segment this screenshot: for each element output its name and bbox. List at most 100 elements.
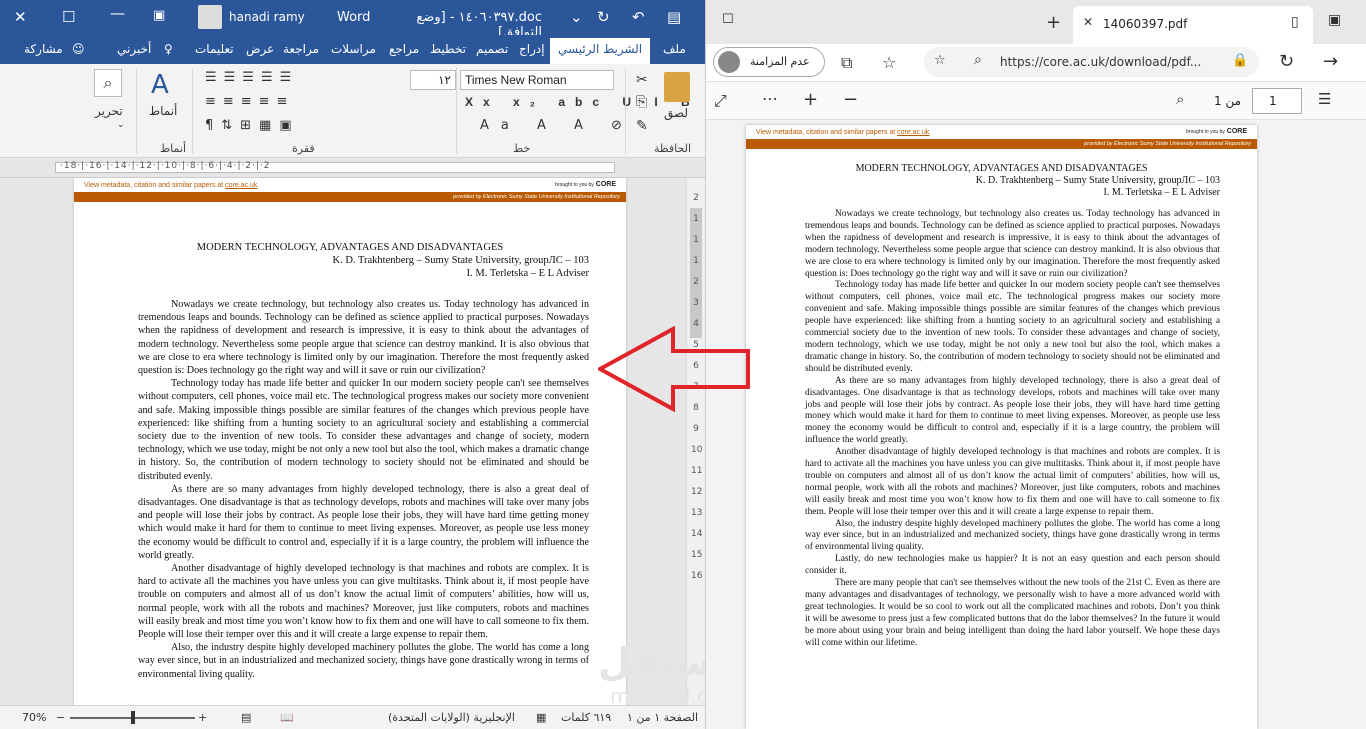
copy-icon[interactable]: ⎘ xyxy=(636,94,647,110)
tab-help[interactable]: تعليمات xyxy=(195,42,234,56)
clipboard-icon[interactable] xyxy=(664,72,690,102)
vruler-number: 1 xyxy=(693,214,699,224)
user-name[interactable]: hanadi ramy xyxy=(229,10,305,24)
vertical-scrollbar[interactable]: 2 1 1 1 2 3 4 5 6 7 8 9 10 11 12 13 14 15 16 xyxy=(686,178,705,705)
chevron-down-icon[interactable]: ⌄ xyxy=(117,120,125,130)
redo-icon[interactable]: ↻ xyxy=(597,8,610,26)
divider xyxy=(136,68,137,154)
edge-window: ☐ + ✕ 14060397.pdf ▯ ▣ عدم المزامنة ⧉ ☆ … xyxy=(705,0,1366,729)
horizontal-ruler[interactable]: ·18·|·16·|·14·|·12·|·10·|·8·|·6·|·4·|·2·… xyxy=(0,158,705,178)
more-icon[interactable]: ⋯ xyxy=(762,89,778,108)
undo-icon[interactable]: ↶ xyxy=(632,8,645,26)
tab-mailings[interactable]: مراسلات xyxy=(331,42,376,56)
tab-actions-icon[interactable]: ☐ xyxy=(722,12,734,27)
tab-view[interactable]: عرض xyxy=(246,42,274,56)
page-status[interactable]: الصفحة ١ من ١ xyxy=(627,711,698,724)
styles-icon[interactable]: A xyxy=(151,70,169,100)
tab-design[interactable]: تصميم xyxy=(476,42,508,56)
divider xyxy=(456,68,457,154)
new-tab-icon[interactable]: + xyxy=(1046,12,1061,33)
lock-icon[interactable]: 🔒 xyxy=(1232,53,1248,68)
font-size-select[interactable]: ١٢ xyxy=(410,70,456,90)
print-layout-icon[interactable]: ▤ xyxy=(241,711,251,724)
list-buttons[interactable]: ☰☰☰☰☰ xyxy=(205,70,298,85)
vruler-number: 12 xyxy=(691,487,703,497)
avatar[interactable] xyxy=(198,5,222,29)
align-buttons[interactable]: ≡≡≡≡≡ xyxy=(205,94,294,109)
paragraph: As there are so many advantages from hig… xyxy=(805,375,1220,446)
minimize-icon[interactable]: — xyxy=(110,4,125,22)
vruler-number: 16 xyxy=(691,571,703,581)
font-name-select[interactable]: Times New Roman xyxy=(460,70,614,90)
tab-title: 14060397.pdf xyxy=(1103,17,1188,31)
search-icon[interactable]: ⌕ xyxy=(94,69,122,97)
collections-icon[interactable]: ⧉ xyxy=(841,53,852,73)
vruler-number: 11 xyxy=(691,466,703,476)
paragraph: Nowadays we create technology, but techn… xyxy=(805,209,1220,279)
paragraph: Another disadvantage of highly developed… xyxy=(138,563,589,641)
zoom-level[interactable]: 70% xyxy=(22,711,46,724)
add-favorite-icon[interactable]: ☆ xyxy=(882,53,896,72)
vruler-number: 15 xyxy=(691,550,703,560)
fit-page-icon[interactable]: ⤢ xyxy=(714,91,727,111)
ruler-numbers: ·18·|·16·|·14·|·12·|·10·|·8·|·6·|·4·|·2·… xyxy=(60,161,271,171)
forward-icon[interactable]: → xyxy=(1323,51,1338,72)
tab-review[interactable]: مراجعة xyxy=(283,42,319,56)
zoom-in-icon[interactable]: + xyxy=(803,89,818,110)
close-icon[interactable]: ✕ xyxy=(14,8,27,26)
tab-insert[interactable]: إدراج xyxy=(519,42,545,56)
paste-button[interactable]: لصق xyxy=(664,106,688,120)
styles-button[interactable]: أنماط xyxy=(149,104,177,118)
sync-button[interactable]: عدم المزامنة xyxy=(713,47,825,77)
document-page[interactable]: View metadata, citation and similar pape… xyxy=(74,178,626,705)
tab-home[interactable]: الشريط الرئيسي xyxy=(550,38,651,64)
document-area[interactable]: View metadata, citation and similar pape… xyxy=(0,178,686,705)
language-status[interactable]: الإنجليزية (الولايات المتحدة) xyxy=(388,711,515,724)
save-icon[interactable]: ▤ xyxy=(667,8,681,26)
paragraph-group-label: فقرة xyxy=(292,142,315,155)
core-logo: brought to you by CORE xyxy=(1186,128,1247,135)
red-arrow-annotation xyxy=(598,326,750,412)
word-count[interactable]: ٦١٩ كلمات xyxy=(561,711,611,724)
pdf-page[interactable]: View metadata, citation and similar pape… xyxy=(746,125,1257,729)
paragraph-buttons[interactable]: ¶⇅⊞▦▣ xyxy=(205,118,300,133)
tab-layout[interactable]: تخطيط xyxy=(430,42,466,56)
zoom-thumb[interactable] xyxy=(130,711,135,724)
font-color-buttons[interactable]: Aa A A ⊘ xyxy=(480,118,634,133)
tab-references[interactable]: مراجع xyxy=(389,42,419,56)
pdf-body: Nowadays we create technology, but techn… xyxy=(805,209,1220,650)
url-text[interactable]: https://core.ac.uk/download/pdf... xyxy=(1000,55,1201,69)
proofing-icon[interactable]: ▦ xyxy=(536,711,546,724)
zoom-out-icon[interactable]: − xyxy=(56,711,65,724)
app-name: Word xyxy=(337,10,371,25)
styles-group-label: أنماط xyxy=(160,142,187,155)
url-field[interactable]: ☆ ⌕ https://core.ac.uk/download/pdf... 🔒 xyxy=(924,47,1259,77)
tab-tell-me[interactable]: أخبرني xyxy=(117,42,151,56)
page-number-input[interactable]: 1 xyxy=(1252,88,1302,114)
core-header: View metadata, citation and similar pape… xyxy=(74,180,626,202)
read-mode-icon[interactable]: 📖 xyxy=(280,711,294,724)
edge-tabstrip: ☐ + ✕ 14060397.pdf ▯ ▣ xyxy=(706,0,1366,44)
customize-qat-icon[interactable]: ⌄ xyxy=(570,8,583,26)
document-body: Nowadays we create technology, but techn… xyxy=(138,298,589,681)
sidebar-icon[interactable]: ▣ xyxy=(1328,12,1341,28)
contents-icon[interactable]: ☰ xyxy=(1318,90,1331,108)
tab-close-icon[interactable]: ✕ xyxy=(1083,15,1093,29)
format-painter-icon[interactable]: ✎ xyxy=(636,118,648,134)
paragraph: Another disadvantage of highly developed… xyxy=(805,447,1220,517)
maximize-icon[interactable]: ☐ xyxy=(62,8,75,26)
share-button[interactable]: مشاركة xyxy=(24,42,63,56)
word-titlebar: ✕ ☐ — ▣ hanadi ramy Word doc.١٤٠٦٠٣٩٧ - … xyxy=(0,0,705,40)
ribbon-display-icon[interactable]: ▣ xyxy=(153,8,165,23)
paragraph: Nowadays we create technology, but techn… xyxy=(138,299,589,377)
search-icon[interactable]: ⌕ xyxy=(1176,90,1184,108)
refresh-icon[interactable]: ↻ xyxy=(1279,51,1294,72)
cut-icon[interactable]: ✂ xyxy=(636,72,648,88)
tab-file[interactable]: ملف xyxy=(663,42,686,56)
zoom-in-icon[interactable]: + xyxy=(198,711,207,724)
zoom-out-icon[interactable]: − xyxy=(843,89,858,110)
active-tab[interactable]: ✕ 14060397.pdf ▯ xyxy=(1073,6,1313,44)
vruler-number: 3 xyxy=(693,298,699,308)
add-favorites-icon[interactable]: ☆ xyxy=(934,53,946,68)
edit-button[interactable]: تحرير xyxy=(95,104,123,118)
